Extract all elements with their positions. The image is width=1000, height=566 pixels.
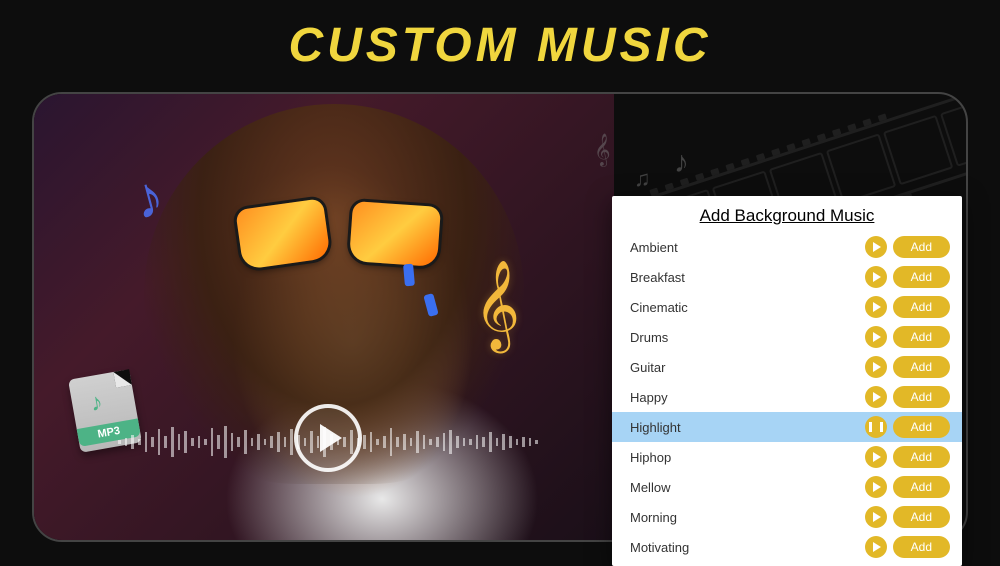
track-row[interactable]: Drums Add [612, 322, 962, 352]
preview-photo-glasses [239, 204, 439, 272]
track-row[interactable]: Highlight Add [612, 412, 962, 442]
track-name: Hiphop [630, 450, 865, 465]
track-name: Mellow [630, 480, 865, 495]
play-icon[interactable] [865, 356, 887, 378]
add-button[interactable]: Add [893, 476, 950, 498]
add-button[interactable]: Add [893, 506, 950, 528]
track-row[interactable]: Happy Add [612, 382, 962, 412]
track-row[interactable]: Guitar Add [612, 352, 962, 382]
music-note-icon: ♪ [674, 146, 689, 180]
add-button[interactable]: Add [893, 326, 950, 348]
track-name: Morning [630, 510, 865, 525]
play-icon[interactable] [865, 266, 887, 288]
music-note-icon: ♫ [634, 166, 651, 192]
add-button[interactable]: Add [893, 296, 950, 318]
preview-photo-detail [403, 264, 415, 287]
track-row[interactable]: Morning Add [612, 502, 962, 532]
add-button[interactable]: Add [893, 536, 950, 558]
add-button[interactable]: Add [893, 236, 950, 258]
track-name: Breakfast [630, 270, 865, 285]
play-icon[interactable] [865, 386, 887, 408]
add-button[interactable]: Add [893, 446, 950, 468]
track-name: Guitar [630, 360, 865, 375]
pause-icon[interactable] [865, 416, 887, 438]
play-icon[interactable] [865, 506, 887, 528]
music-note-icon: ♪ [88, 389, 105, 419]
track-name: Happy [630, 390, 865, 405]
track-row[interactable]: Ambient Add [612, 232, 962, 262]
play-icon[interactable] [865, 476, 887, 498]
add-button[interactable]: Add [893, 386, 950, 408]
music-note-icon: 𝄞 [594, 134, 611, 167]
add-button[interactable]: Add [893, 266, 950, 288]
video-preview: ♪ MP3 ♪ 𝄞 [34, 94, 614, 542]
track-row[interactable]: Motivating Add [612, 532, 962, 562]
play-icon[interactable] [865, 446, 887, 468]
track-name: Highlight [630, 420, 865, 435]
page-title: CUSTOM MUSIC [0, 0, 1000, 83]
track-row[interactable]: Mellow Add [612, 472, 962, 502]
video-play-button[interactable] [294, 404, 362, 472]
panel-title: Add Background Music [612, 196, 962, 232]
track-name: Ambient [630, 240, 865, 255]
add-button[interactable]: Add [893, 356, 950, 378]
play-icon[interactable] [865, 296, 887, 318]
track-row[interactable]: Cinematic Add [612, 292, 962, 322]
track-name: Drums [630, 330, 865, 345]
play-icon[interactable] [865, 236, 887, 258]
track-name: Motivating [630, 540, 865, 555]
background-music-panel: Add Background Music AmbientAddBreakfast… [612, 196, 962, 566]
track-list: Ambient Add Breakfast Add Cinematic Add Drums A… [612, 232, 962, 562]
play-icon[interactable] [865, 326, 887, 348]
track-row[interactable]: Breakfast Add [612, 262, 962, 292]
track-name: Cinematic [630, 300, 865, 315]
add-button[interactable]: Add [893, 416, 950, 438]
track-row[interactable]: Hiphop Add [612, 442, 962, 472]
treble-clef-icon: 𝄞 [474, 259, 520, 351]
play-icon[interactable] [865, 536, 887, 558]
